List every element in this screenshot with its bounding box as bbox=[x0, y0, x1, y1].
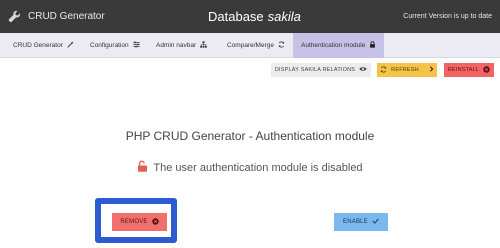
unlock-icon bbox=[137, 160, 148, 175]
close-circle-icon bbox=[151, 217, 159, 227]
nav-item-admin-navbar[interactable]: Admin navbar bbox=[156, 33, 207, 58]
wrench-icon bbox=[8, 10, 21, 23]
display-relations-label: DISPLAY SAKILA RELATIONS bbox=[274, 67, 356, 73]
nav-item-label: Authentication module bbox=[301, 42, 366, 49]
page-title: Database sakila bbox=[208, 0, 301, 33]
nav-item-crud-generator[interactable]: CRUD Generator bbox=[13, 33, 74, 58]
brand[interactable]: CRUD Generator bbox=[8, 0, 105, 33]
module-title: PHP CRUD Generator - Authentication modu… bbox=[125, 129, 375, 143]
remove-label: REMOVE bbox=[120, 219, 148, 225]
refresh-button[interactable]: REFRESH bbox=[377, 63, 437, 77]
database-name: sakila bbox=[267, 9, 301, 24]
nav-item-label: Configuration bbox=[90, 42, 129, 49]
remove-button[interactable]: REMOVE bbox=[112, 213, 167, 231]
version-status: Current Version is up to date bbox=[403, 13, 492, 20]
enable-button[interactable]: ENABLE bbox=[334, 213, 388, 231]
refresh-icon bbox=[380, 65, 387, 75]
nav-item-label: Admin navbar bbox=[156, 42, 197, 49]
sync-icon bbox=[278, 41, 285, 50]
enable-label: ENABLE bbox=[343, 219, 368, 225]
brand-label: CRUD Generator bbox=[28, 11, 105, 22]
refresh-label: REFRESH bbox=[391, 67, 419, 73]
reinstall-button[interactable]: REINSTALL bbox=[444, 63, 494, 77]
reinstall-label: REINSTALL bbox=[447, 67, 480, 73]
database-prefix: Database bbox=[208, 9, 264, 24]
nav-item-authentication-module[interactable]: Authentication module bbox=[293, 33, 385, 58]
module-status-text: The user authentication module is disabl… bbox=[153, 161, 363, 174]
main-navbar: CRUD Generator Configuration Admin navba… bbox=[0, 33, 500, 58]
close-circle-icon bbox=[483, 65, 490, 75]
check-icon bbox=[372, 218, 379, 226]
nav-item-compare-merge[interactable]: Compare/Merge bbox=[227, 33, 285, 58]
magic-wand-icon bbox=[67, 41, 74, 50]
nav-item-label: CRUD Generator bbox=[13, 42, 63, 49]
lock-icon bbox=[369, 41, 376, 50]
nav-item-label: Compare/Merge bbox=[227, 42, 274, 49]
top-bar: CRUD Generator Database sakila Current V… bbox=[0, 0, 500, 33]
sitemap-icon bbox=[200, 41, 207, 50]
display-relations-button[interactable]: DISPLAY SAKILA RELATIONS bbox=[271, 63, 371, 77]
chevron-right-icon bbox=[429, 66, 434, 74]
module-status: The user authentication module is disabl… bbox=[0, 160, 500, 175]
sliders-icon bbox=[133, 41, 140, 50]
nav-item-configuration[interactable]: Configuration bbox=[90, 33, 140, 58]
eye-icon bbox=[359, 66, 367, 74]
